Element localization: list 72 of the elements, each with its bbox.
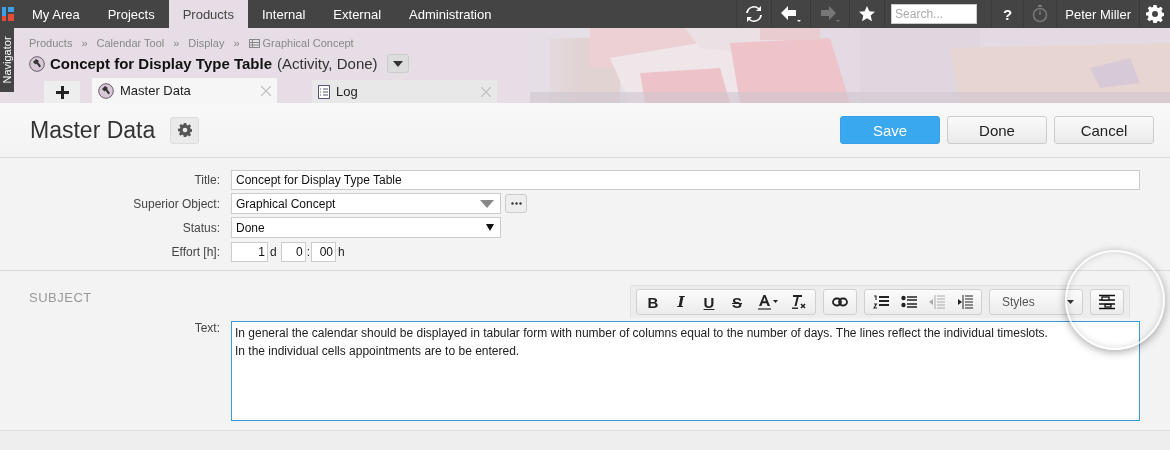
italic-button[interactable]: I — [667, 290, 695, 314]
tab[interactable]: Log — [312, 80, 497, 103]
field-label: Title: — [193, 172, 221, 187]
numbered-list-icon — [873, 295, 889, 309]
hammer-icon — [29, 55, 45, 72]
breadcrumb-separator: » — [81, 37, 88, 49]
days-field[interactable]: 1 — [231, 241, 268, 262]
text-line: In general the calendar should be displayed in tabular form with number of columns equal to the number of days. The lines reflect the individual timeslots. — [235, 325, 1049, 342]
add-tab-button[interactable] — [44, 81, 80, 103]
hours-field[interactable]: 0 — [280, 241, 306, 262]
action-button[interactable]: Done — [947, 116, 1047, 144]
hammer-icon — [98, 82, 114, 99]
list-icon — [318, 84, 330, 99]
stopwatch-icon — [1032, 5, 1049, 23]
link-icon — [832, 297, 848, 307]
bold-button[interactable]: B — [639, 290, 667, 314]
superior-object-dropdown[interactable]: Graphical Concept — [231, 193, 501, 214]
caret-icon — [480, 199, 494, 208]
search-field[interactable]: Search... — [891, 4, 978, 24]
outdent-icon — [929, 295, 945, 309]
app-logo-icon[interactable] — [2, 7, 14, 21]
underline-button[interactable]: U — [695, 290, 723, 314]
indent-icon — [957, 295, 973, 309]
table-icon — [248, 38, 260, 48]
nav-tab[interactable]: External — [319, 0, 396, 28]
object-title: Concept for Display Type Table — [50, 55, 272, 72]
field-label: Effort [h]: — [170, 244, 221, 259]
bullet-list-icon — [901, 295, 917, 309]
plus-icon — [55, 85, 69, 99]
ellipsis-icon — [510, 202, 522, 205]
nav-tab[interactable]: Projects — [93, 0, 169, 28]
more-button[interactable] — [505, 194, 527, 213]
page-heading: Master Data — [30, 116, 156, 144]
time-separator: : — [306, 244, 311, 259]
action-button[interactable]: Cancel — [1054, 116, 1154, 144]
nav-tab[interactable]: Products — [168, 0, 248, 28]
section-heading: SUBJECT — [29, 290, 92, 305]
field-label: Text: — [193, 321, 221, 335]
status-dropdown[interactable]: Done — [231, 217, 501, 238]
minutes-field[interactable]: 00 — [311, 241, 337, 262]
breadcrumb-separator: » — [233, 37, 240, 49]
clear-format-icon — [791, 294, 807, 310]
settings-icon — [177, 123, 192, 137]
text-line: In the individual cells appointments are to be entered. — [235, 343, 521, 360]
field-label: Status: — [181, 220, 221, 235]
strike-button[interactable]: S — [723, 290, 751, 314]
object-status: (Activity, Done) — [277, 55, 378, 72]
back-arrow-icon — [780, 5, 803, 23]
breadcrumb-separator: » — [173, 37, 180, 49]
title-field[interactable]: Concept for Display Type Table — [231, 169, 1140, 190]
nav-tab[interactable]: My Area — [18, 0, 94, 28]
tab[interactable]: Master Data — [92, 78, 277, 103]
unit-label: d — [270, 244, 277, 259]
tab-label: Master Data — [120, 83, 192, 98]
navigator-panel[interactable]: Navigator — [0, 28, 14, 92]
tab-label: Log — [336, 84, 359, 99]
styles-dropdown[interactable]: Styles — [992, 290, 1080, 314]
text-color-icon — [758, 294, 778, 310]
field-label: Superior Object: — [132, 196, 221, 211]
caret-icon — [392, 60, 403, 67]
caret-icon — [486, 224, 494, 231]
star-icon — [858, 5, 877, 23]
caret-icon — [1067, 300, 1074, 304]
settings-icon — [1146, 5, 1164, 23]
object-menu-button[interactable] — [386, 54, 409, 73]
nav-tab[interactable]: Internal — [247, 0, 320, 28]
forward-arrow-icon — [819, 5, 842, 23]
refresh-icon — [745, 5, 764, 23]
nav-tab[interactable]: Administration — [395, 0, 506, 28]
unit-label: h — [338, 244, 345, 259]
sliders-icon — [1099, 294, 1115, 310]
text-editor[interactable] — [231, 321, 1140, 421]
